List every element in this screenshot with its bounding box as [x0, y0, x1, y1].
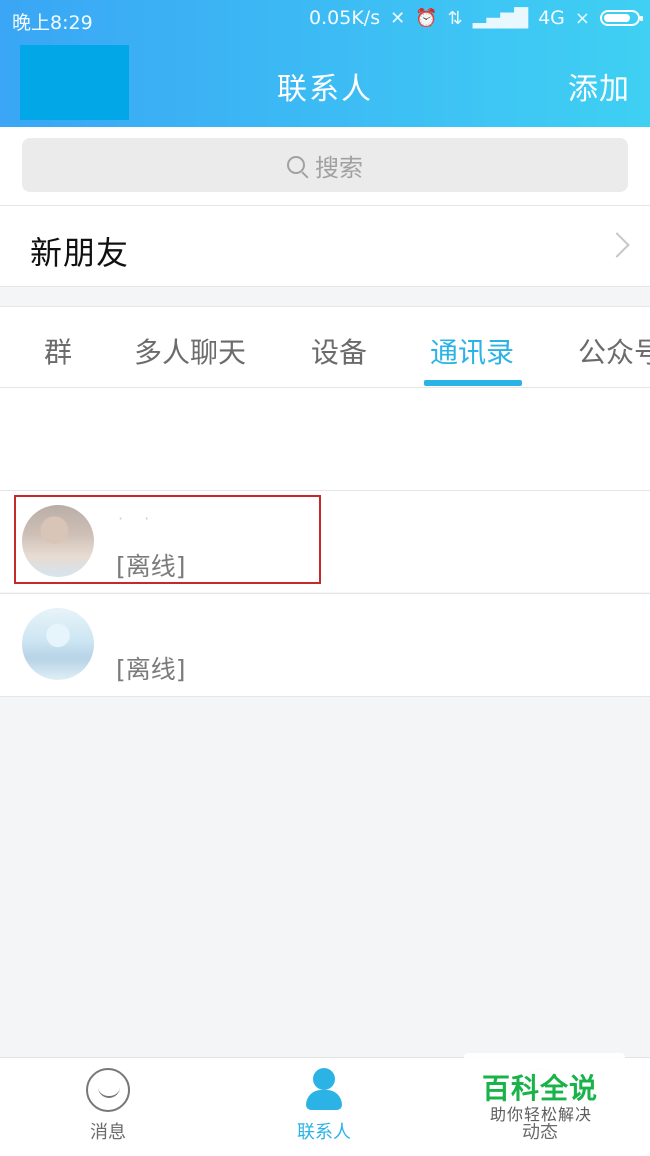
search-icon	[287, 156, 305, 174]
app-header: 晚上8:29 0.05K/s ✕ ⏰ ⇅ ▂▄▆█ 4G × 联系人 添加	[0, 0, 650, 127]
add-button[interactable]: 添加	[568, 64, 630, 108]
search-placeholder: 搜索	[315, 153, 363, 182]
tab-multi-chat[interactable]: 多人聊天	[134, 331, 246, 371]
network-speed: 0.05K/s	[309, 7, 381, 29]
nav-messages-label: 消息	[90, 1122, 126, 1143]
signal-icon: ▂▄▆█	[472, 7, 529, 29]
baike-watermark: 百科全说 助你轻松解决	[464, 1053, 625, 1124]
tab-devices[interactable]: 设备	[311, 331, 367, 371]
watermark-subtitle: 助你轻松解决	[490, 1105, 593, 1124]
nav-messages[interactable]: 消息	[48, 1068, 168, 1144]
alarm-icon: ⏰	[415, 7, 438, 29]
status-bar: 晚上8:29 0.05K/s ✕ ⏰ ⇅ ▂▄▆█ 4G ×	[0, 0, 650, 38]
active-tab-indicator	[424, 380, 522, 386]
contact-row[interactable]: [离线]	[0, 593, 650, 697]
nav-contacts[interactable]: 联系人	[264, 1068, 384, 1144]
battery-icon	[600, 10, 643, 26]
nav-contacts-label: 联系人	[297, 1122, 351, 1143]
status-time: 晚上8:29	[12, 12, 93, 34]
mute-icon: ✕	[390, 7, 406, 29]
highlight-box	[14, 495, 321, 584]
weak-signal-icon: ×	[574, 7, 590, 29]
contact-status: [离线]	[116, 655, 186, 684]
contacts-tabs: 群 多人聊天 设备 通讯录 公众号	[0, 306, 650, 388]
contact-avatar	[22, 608, 94, 680]
page-title: 联系人	[277, 72, 373, 107]
data-transfer-icon: ⇅	[447, 7, 463, 29]
chevron-right-icon	[604, 232, 630, 258]
new-friends-label: 新朋友	[30, 234, 130, 272]
search-input[interactable]: 搜索	[22, 138, 628, 192]
status-right: 0.05K/s ✕ ⏰ ⇅ ▂▄▆█ 4G ×	[309, 7, 643, 29]
contacts-icon	[302, 1068, 346, 1112]
tab-public-accounts[interactable]: 公众号	[578, 331, 650, 371]
list-spacer	[0, 388, 650, 490]
network-type: 4G	[538, 7, 565, 29]
smile-message-icon	[86, 1068, 130, 1112]
search-section: 搜索	[0, 127, 650, 205]
battery-level	[604, 14, 630, 22]
tab-groups[interactable]: 群	[44, 331, 72, 371]
tab-address-book[interactable]: 通讯录	[430, 331, 514, 371]
new-friends-row[interactable]: 新朋友	[0, 205, 650, 287]
